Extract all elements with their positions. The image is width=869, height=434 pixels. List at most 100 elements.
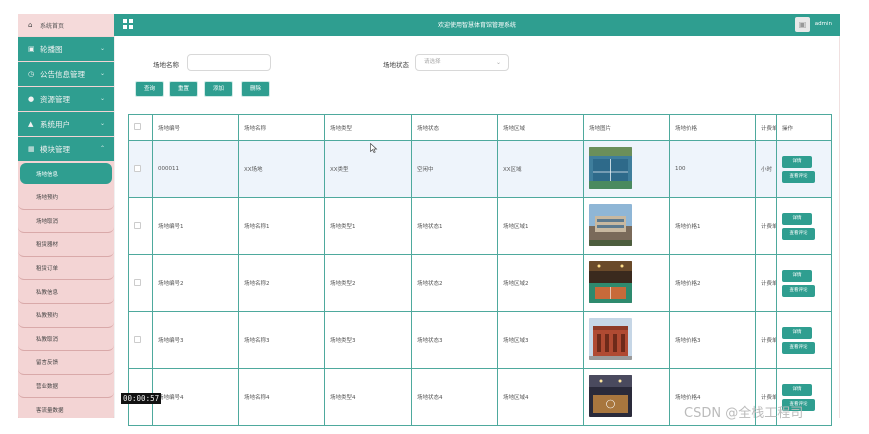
row-select-cell[interactable]	[128, 197, 153, 255]
venue-name: 场地名称1	[238, 197, 325, 255]
detail-button[interactable]: 详情	[782, 326, 812, 339]
table-header-row: 场地编号 场地名称 场地类型 场地状态 场地区域 场地图片 场地价格 计费单 操…	[128, 114, 832, 141]
row-checkbox[interactable]	[134, 335, 141, 343]
venue-code: 场地编号4	[152, 368, 239, 426]
venue-type: XX类型	[324, 140, 412, 198]
watermark: CSDN @全栈工程司	[684, 406, 804, 421]
view-reviews-button[interactable]: 查看评论	[782, 341, 815, 354]
venue-image-cell	[583, 254, 670, 312]
view-reviews-button[interactable]: 查看评论	[782, 227, 815, 240]
sidebar-item-venue-booking[interactable]: 场地预约	[18, 186, 114, 210]
brick-building-photo[interactable]	[589, 318, 632, 360]
indoor-court-photo[interactable]	[589, 261, 632, 303]
venue-status: 场地状态1	[411, 197, 498, 255]
sidebar-item-label: 场地信息	[36, 171, 59, 178]
sidebar-item-label: 场地取消	[36, 218, 59, 225]
venue-type: 场地类型2	[324, 254, 412, 312]
detail-button[interactable]: 详情	[782, 212, 812, 225]
sidebar-item-coach-booking[interactable]: 私教预约	[18, 303, 114, 328]
app-window: ⌂ 系统首页 ▣ 轮播图 ⌄ ◷ 公告信息管理 ⌄ ● 资源管理 ⌄ ▲ 系统用…	[0, 0, 869, 434]
select-all-cell[interactable]	[128, 114, 153, 141]
sidebar-item-label: 租赁订单	[36, 266, 59, 273]
avatar[interactable]: ▣	[795, 17, 810, 32]
row-select-cell[interactable]	[128, 311, 153, 369]
table-row[interactable]: 场地编号1 场地名称1 场地类型1 场地状态1 场地区域1 场地价格1 计费单 …	[128, 197, 832, 255]
video-timestamp: 00:00:57	[121, 393, 162, 404]
delete-button[interactable]: 删除	[241, 81, 270, 97]
venue-type: 场地类型1	[324, 197, 412, 255]
table-row[interactable]: 000011 XX场地 XX类型 空闲中 XX区域 100 小时 详情 查看评论	[128, 140, 832, 198]
image-icon: ▣	[28, 45, 35, 53]
row-checkbox[interactable]	[134, 221, 141, 229]
sidebar-menu-users[interactable]: ▲ 系统用户 ⌄	[18, 112, 114, 136]
column-header: 场地编号	[152, 114, 239, 141]
venue-price: 场地价格2	[669, 254, 756, 312]
sidebar-item-feedback[interactable]: 留言反馈	[18, 351, 114, 375]
gym-interior-photo[interactable]	[589, 375, 632, 417]
username[interactable]: admin	[815, 21, 832, 27]
venue-image-cell	[583, 311, 670, 369]
page-title: 欢迎使用智慧体育馆管理系统	[437, 22, 516, 29]
row-checkbox[interactable]	[134, 278, 141, 286]
sidebar: ⌂ 系统首页 ▣ 轮播图 ⌄ ◷ 公告信息管理 ⌄ ● 资源管理 ⌄ ▲ 系统用…	[18, 14, 114, 418]
table-row[interactable]: 场地编号2 场地名称2 场地类型2 场地状态2 场地区域2 场地价格2 计费单 …	[128, 254, 832, 312]
venue-image-cell	[583, 140, 670, 198]
venue-code: 000011	[152, 140, 239, 198]
select-all-checkbox[interactable]	[134, 123, 141, 130]
venue-price: 场地价格3	[669, 311, 756, 369]
actions-cell: 详情 查看评论	[776, 254, 832, 312]
query-button[interactable]: 查询	[135, 81, 164, 97]
sidebar-item-label: 留言反馈	[36, 360, 59, 367]
sidebar-item-equipment-rental[interactable]: 租赁器材	[18, 233, 114, 257]
sidebar-item-label: 场地预约	[36, 195, 59, 202]
row-checkbox[interactable]	[134, 164, 141, 172]
sidebar-item-rental-orders[interactable]: 租赁订单	[18, 256, 114, 281]
venue-status: 场地状态4	[411, 368, 498, 426]
chevron-down-icon: ⌄	[99, 45, 105, 52]
sidebar-menu-resources[interactable]: ● 资源管理 ⌄	[18, 87, 114, 111]
detail-button[interactable]: 详情	[782, 155, 812, 168]
actions-cell: 详情 查看评论	[776, 197, 832, 255]
sidebar-menu-modules[interactable]: ▦ 模块管理 ⌃	[18, 137, 114, 161]
stadium-exterior-photo[interactable]	[589, 204, 632, 246]
venue-image-cell	[583, 197, 670, 255]
sidebar-item-venue-cancel[interactable]: 场地取消	[18, 209, 114, 234]
sidebar-item-coach-info[interactable]: 私教信息	[18, 280, 114, 304]
venue-code: 场地编号3	[152, 311, 239, 369]
detail-button[interactable]: 详情	[782, 383, 812, 396]
reset-button[interactable]: 重置	[169, 81, 198, 97]
row-select-cell[interactable]	[128, 140, 153, 198]
sidebar-item-coach-cancel[interactable]: 私教取消	[18, 327, 114, 352]
sidebar-item-label: 私教信息	[36, 289, 59, 296]
mouse-cursor-icon	[370, 143, 378, 153]
sidebar-menu-carousel[interactable]: ▣ 轮播图 ⌄	[18, 37, 114, 61]
sidebar-item-business-data[interactable]: 营业数据	[18, 374, 114, 399]
sidebar-menu-announcements[interactable]: ◷ 公告信息管理 ⌄	[18, 62, 114, 86]
sidebar-home[interactable]: ⌂ 系统首页	[18, 14, 114, 36]
venue-type: 场地类型3	[324, 311, 412, 369]
column-header: 场地类型	[324, 114, 412, 141]
view-reviews-button[interactable]: 查看评论	[782, 170, 815, 183]
main-content: 场地名称 场地状态 请选择 ⌄ 查询 重置 添加 删除 场地编号 场地名称 场地…	[114, 36, 840, 426]
venue-unit: 计费单	[755, 197, 777, 255]
venue-code: 场地编号2	[152, 254, 239, 312]
location-icon: ●	[28, 95, 35, 103]
column-header: 场地名称	[238, 114, 325, 141]
tennis-court-photo[interactable]	[589, 147, 632, 189]
venue-unit: 小时	[755, 140, 777, 198]
detail-button[interactable]: 详情	[782, 269, 812, 282]
view-reviews-button[interactable]: 查看评论	[782, 284, 815, 297]
add-button[interactable]: 添加	[204, 81, 233, 97]
chevron-down-icon: ⌄	[99, 70, 105, 77]
sidebar-item-traffic-data[interactable]: 客流量数据	[18, 398, 114, 418]
venue-name-input[interactable]	[187, 54, 271, 71]
sidebar-menu-label: 轮播图	[40, 44, 63, 54]
table-row[interactable]: 场地编号3 场地名称3 场地类型3 场地状态3 场地区域3 场地价格3 计费单 …	[128, 311, 832, 369]
sidebar-item-venue-info[interactable]: 场地信息	[20, 163, 112, 184]
sidebar-menu-label: 系统用户	[40, 119, 70, 129]
column-header: 场地图片	[583, 114, 670, 141]
chevron-up-icon: ⌃	[99, 145, 105, 152]
row-select-cell[interactable]	[128, 254, 153, 312]
venue-type: 场地类型4	[324, 368, 412, 426]
venue-status-select[interactable]: 请选择 ⌄	[415, 54, 509, 71]
